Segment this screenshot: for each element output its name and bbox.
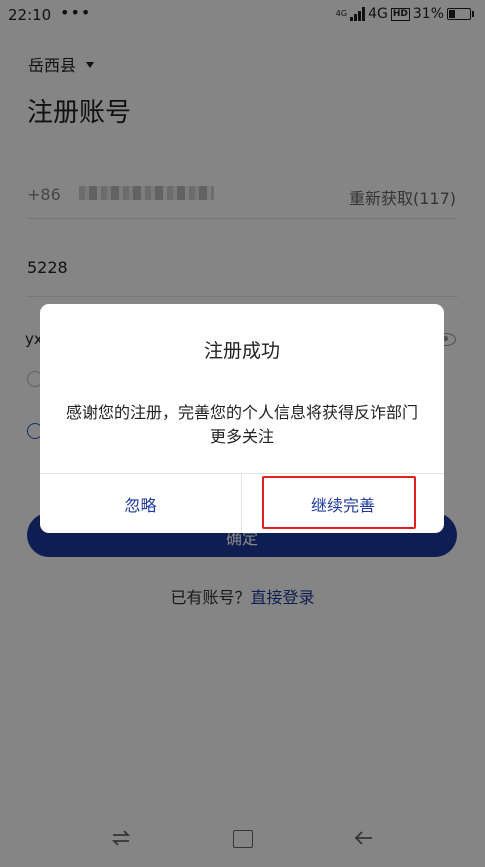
dialog-title: 注册成功 <box>203 340 280 362</box>
register-screen: 22:10 ••• 4G 4G HD 31% 岳西县 注册账号 +86 重新获取… <box>0 0 485 867</box>
highlight-box <box>262 476 416 529</box>
dialog-message: 感谢您的注册，完善您的个人信息将获得反诈部门更多关注 <box>65 403 418 446</box>
ignore-button[interactable]: 忽略 <box>40 474 241 533</box>
